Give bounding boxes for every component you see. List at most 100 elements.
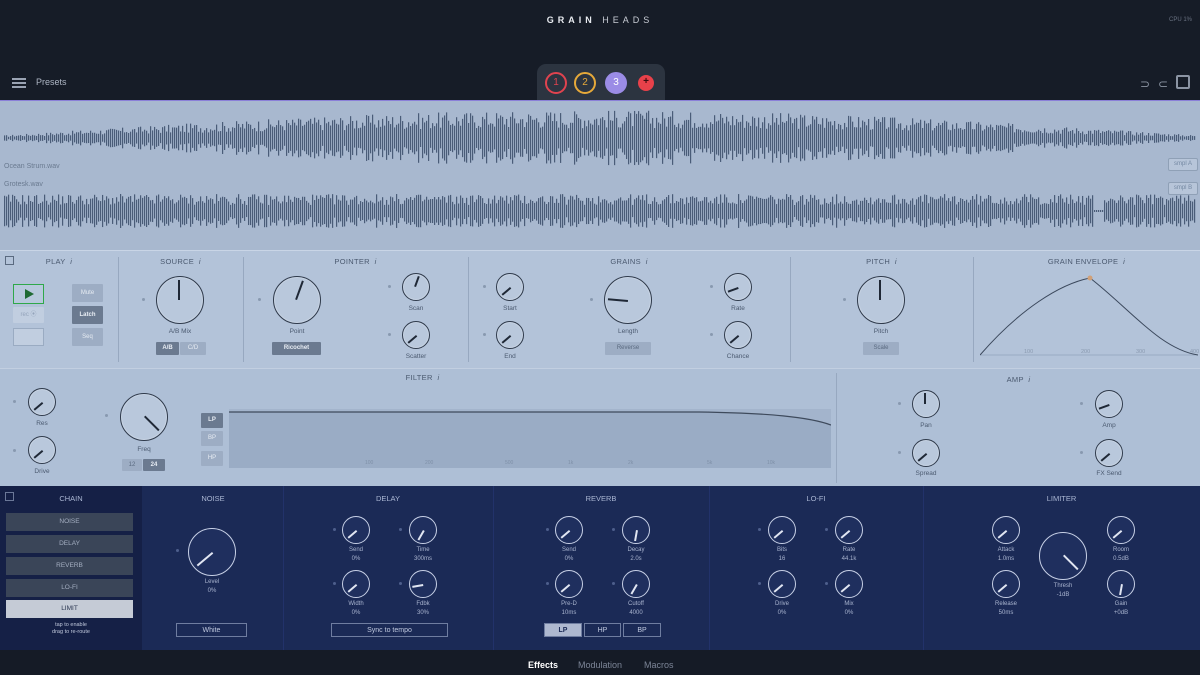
- chain-noise-button[interactable]: NOISE: [6, 513, 133, 531]
- cpu-meter: CPU 1%: [1168, 17, 1192, 23]
- chain-delay-button[interactable]: DELAY: [6, 535, 133, 553]
- ab-mix-knob[interactable]: [156, 276, 204, 324]
- reverb-predelay-label: Pre-D 10ms: [561, 601, 577, 616]
- end-label: End: [504, 353, 516, 360]
- rate-knob[interactable]: [724, 273, 752, 301]
- pan-knob[interactable]: [912, 390, 940, 418]
- reverse-button[interactable]: Reverse: [605, 342, 651, 355]
- sample-b-button[interactable]: smpl B: [1168, 182, 1198, 195]
- grain-envelope-graph[interactable]: [980, 269, 1198, 357]
- limiter-room-knob[interactable]: [1107, 516, 1135, 544]
- hamburger-menu-icon[interactable]: [12, 78, 26, 88]
- reverb-bp-button[interactable]: BP: [623, 623, 661, 637]
- noise-type-select[interactable]: White: [176, 623, 247, 637]
- noise-level-knob[interactable]: [188, 528, 236, 576]
- add-slot-button[interactable]: +: [638, 75, 654, 91]
- filter-lp-button[interactable]: LP: [201, 413, 223, 428]
- tab-modulation[interactable]: Modulation: [578, 660, 622, 670]
- fx-send-knob[interactable]: [1095, 439, 1123, 467]
- grain-panel: PLAY i SOURCE i POINTER i GRAINS i PITCH…: [0, 250, 1200, 368]
- play-button[interactable]: [13, 284, 44, 304]
- reverb-cutoff-knob[interactable]: [622, 570, 650, 598]
- limiter-thresh-knob[interactable]: [1039, 532, 1087, 580]
- scatter-knob[interactable]: [402, 321, 430, 349]
- reverb-decay-knob[interactable]: [622, 516, 650, 544]
- lofi-bits-knob[interactable]: [768, 516, 796, 544]
- mute-button[interactable]: Mute: [72, 284, 103, 302]
- section-filter-title: FILTER i: [405, 373, 440, 382]
- slot-3-button[interactable]: 3: [605, 72, 627, 94]
- chain-limit-button[interactable]: LIMIT: [6, 600, 133, 618]
- delay-fdbk-knob[interactable]: [409, 570, 437, 598]
- limiter-release-knob[interactable]: [992, 570, 1020, 598]
- filter-tick: 10k: [767, 460, 776, 466]
- limiter-release-label: Release 50ms: [994, 601, 1017, 616]
- slot-2-button[interactable]: 2: [574, 72, 596, 94]
- sequencer-grid-icon[interactable]: [13, 328, 44, 346]
- res-knob[interactable]: [28, 388, 56, 416]
- section-play-title: PLAY i: [45, 257, 73, 266]
- slot-1-button[interactable]: 1: [545, 72, 567, 94]
- tab-effects[interactable]: Effects: [528, 660, 558, 670]
- point-knob[interactable]: [273, 276, 321, 324]
- mod-dot: [1080, 451, 1083, 454]
- limiter-gain-knob[interactable]: [1107, 570, 1135, 598]
- delay-send-knob[interactable]: [342, 516, 370, 544]
- filter-response-graph[interactable]: [229, 409, 831, 468]
- sync-to-tempo-button[interactable]: Sync to tempo: [331, 623, 448, 637]
- mod-dot: [388, 333, 391, 336]
- chain-reverb-button[interactable]: REVERB: [6, 557, 133, 575]
- section-grains-title: GRAINS i: [610, 257, 648, 266]
- amp-knob[interactable]: [1095, 390, 1123, 418]
- record-button[interactable]: rec ⦿: [13, 307, 44, 323]
- lofi-rate-knob[interactable]: [835, 516, 863, 544]
- section-source-title: SOURCE i: [160, 257, 201, 266]
- filter-tick: 1k: [568, 460, 574, 466]
- seq-button[interactable]: Seq: [72, 328, 103, 346]
- section-amp-title: AMP i: [1006, 375, 1031, 384]
- limiter-attack-knob[interactable]: [992, 516, 1020, 544]
- mod-dot: [758, 582, 761, 585]
- drive-knob[interactable]: [28, 436, 56, 464]
- waveform-area[interactable]: Ocean Strum.wav Grotesk.wav smpl A smpl …: [0, 100, 1200, 250]
- end-knob[interactable]: [496, 321, 524, 349]
- duplicate-icon[interactable]: [1176, 75, 1190, 89]
- length-knob[interactable]: [604, 276, 652, 324]
- spread-label: Spread: [915, 470, 937, 477]
- rate-label: Rate: [731, 305, 745, 312]
- delay-width-knob[interactable]: [342, 570, 370, 598]
- chance-knob[interactable]: [724, 321, 752, 349]
- scan-knob[interactable]: [402, 273, 430, 301]
- filter-hp-button[interactable]: HP: [201, 451, 223, 466]
- slope-12-button[interactable]: 12: [122, 459, 142, 471]
- ab-button[interactable]: A/B: [156, 342, 179, 355]
- redo-icon[interactable]: ⊂: [1158, 77, 1168, 91]
- slope-24-button[interactable]: 24: [143, 459, 165, 471]
- undo-icon[interactable]: ⊃: [1140, 77, 1150, 91]
- reverb-hp-button[interactable]: HP: [584, 623, 621, 637]
- delay-time-knob[interactable]: [409, 516, 437, 544]
- tab-macros[interactable]: Macros: [644, 660, 674, 670]
- latch-button[interactable]: Latch: [72, 306, 103, 324]
- filter-bp-button[interactable]: BP: [201, 431, 223, 446]
- reverb-send-knob[interactable]: [555, 516, 583, 544]
- mod-dot: [13, 449, 16, 452]
- ricochet-button[interactable]: Ricochet: [272, 342, 321, 355]
- freq-knob[interactable]: [120, 393, 168, 441]
- chain-lofi-button[interactable]: LO-FI: [6, 579, 133, 597]
- limiter-gain-label: Gain +0dB: [1113, 601, 1129, 616]
- lofi-drive-knob[interactable]: [768, 570, 796, 598]
- cd-button[interactable]: C/D: [180, 342, 206, 355]
- scale-button[interactable]: Scale: [863, 342, 899, 355]
- spread-knob[interactable]: [912, 439, 940, 467]
- reverb-lp-button[interactable]: LP: [544, 623, 582, 637]
- bottom-tab-bar: Effects Modulation Macros: [0, 650, 1200, 675]
- reverb-predelay-knob[interactable]: [555, 570, 583, 598]
- mod-dot: [546, 582, 549, 585]
- presets-button[interactable]: Presets: [36, 77, 67, 87]
- start-knob[interactable]: [496, 273, 524, 301]
- pitch-knob[interactable]: [857, 276, 905, 324]
- lofi-mix-knob[interactable]: [835, 570, 863, 598]
- limiter-room-label: Room 0.5dB: [1112, 547, 1129, 562]
- sample-a-button[interactable]: smpl A: [1168, 158, 1198, 171]
